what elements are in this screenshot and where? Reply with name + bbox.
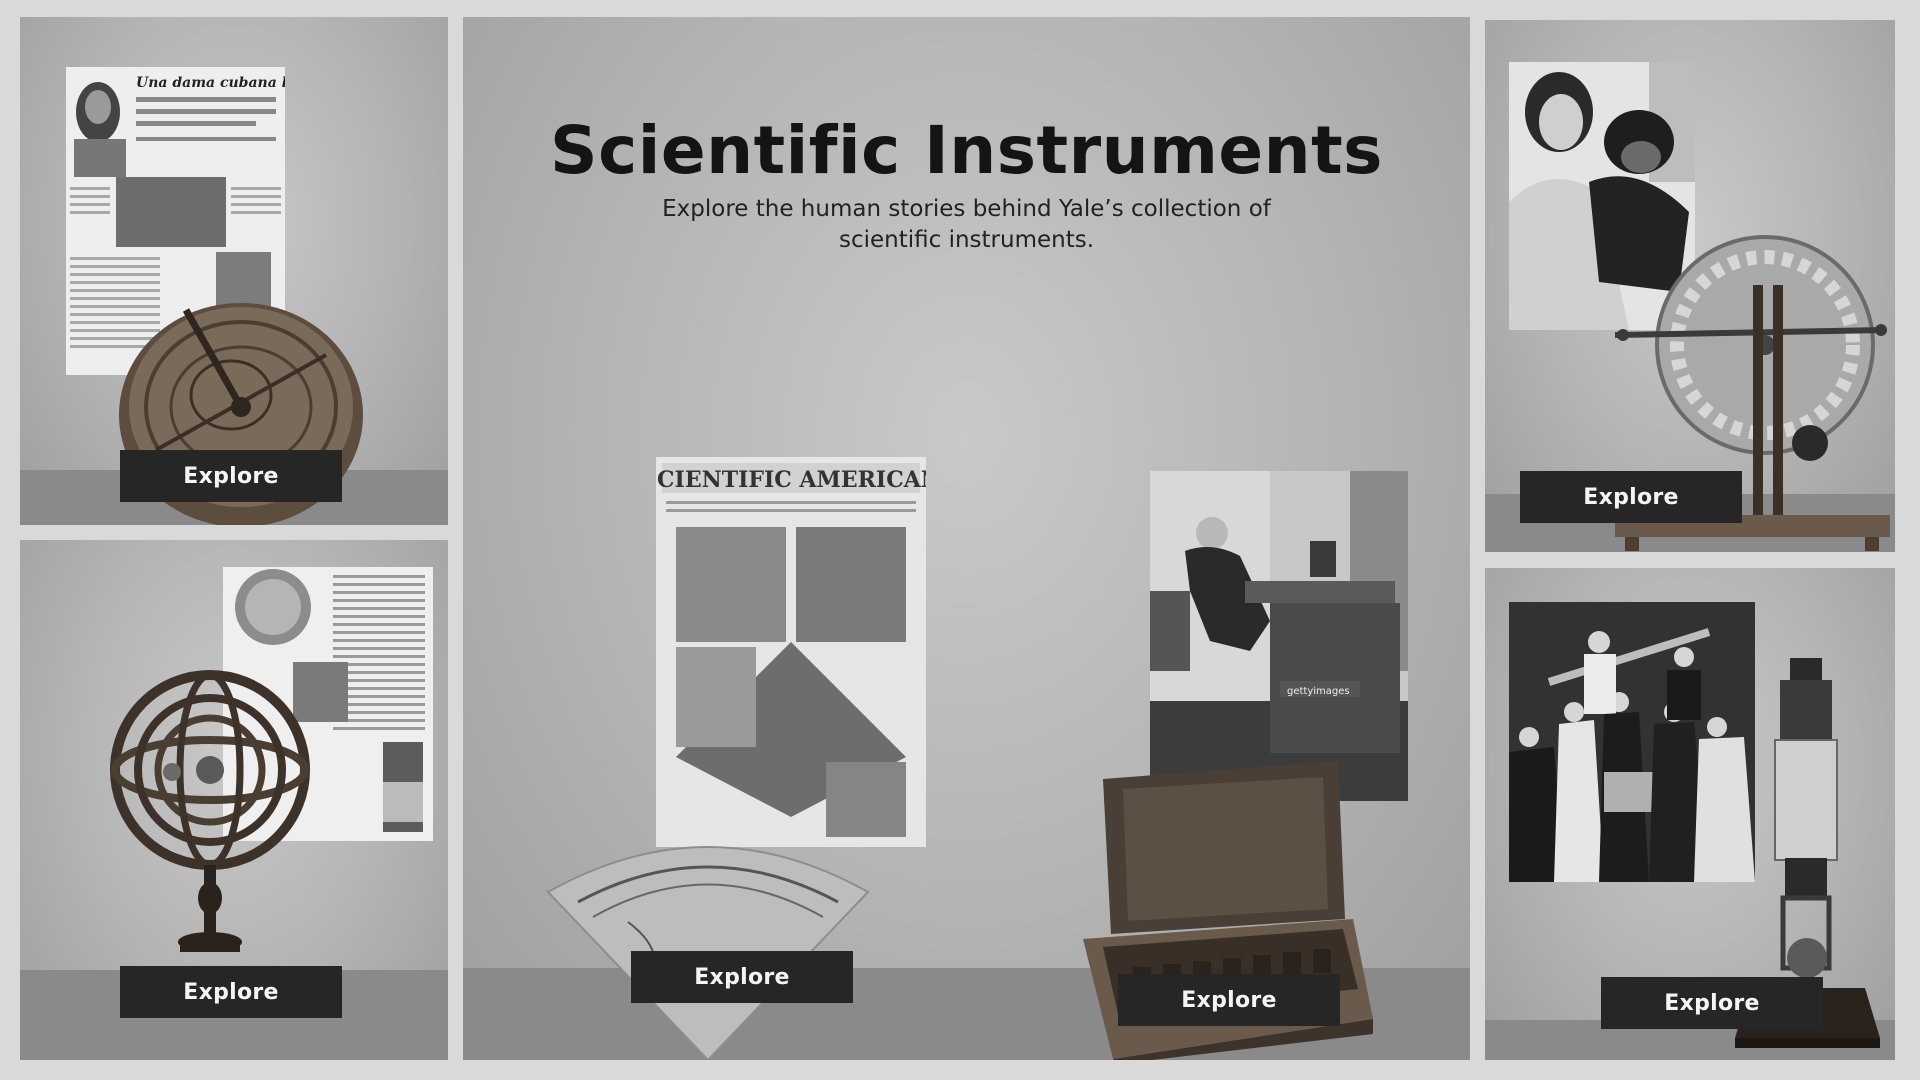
card-microscope: Explore — [1485, 568, 1895, 1060]
explore-button[interactable]: Explore — [1118, 974, 1340, 1026]
explore-button[interactable]: Explore — [1520, 471, 1742, 523]
explore-button[interactable]: Explore — [120, 966, 342, 1018]
magazine-masthead: SCIENTIFIC AMERICAN — [656, 467, 926, 493]
man-at-desk-photo: gettyimages — [1150, 471, 1408, 801]
card-astrolabe: Una dama cubana lega, al morirse, varios… — [20, 17, 448, 525]
armillary-sphere-image — [110, 650, 310, 990]
hero-panel: Scientific Instruments Explore the human… — [463, 17, 1470, 1060]
explore-button[interactable]: Explore — [631, 951, 853, 1003]
getty-watermark: gettyimages — [1287, 686, 1350, 697]
card-armillary-sphere: Explore — [20, 540, 448, 1060]
newspaper-headline: Una dama cubana lega, al morirse, varios… — [136, 75, 285, 91]
page-title: Scientific Instruments — [550, 112, 1383, 189]
page-subtitle: Explore the human stories behind Yale’s … — [662, 196, 1271, 253]
explore-button[interactable]: Explore — [120, 450, 342, 502]
card-wimshurst-machine: Explore — [1485, 20, 1895, 552]
scientific-american-cover: SCIENTIFIC AMERICAN — [656, 457, 926, 847]
quadrant-image — [538, 792, 878, 1060]
women-scientists-photo — [1509, 602, 1755, 882]
explore-button[interactable]: Explore — [1601, 977, 1823, 1029]
